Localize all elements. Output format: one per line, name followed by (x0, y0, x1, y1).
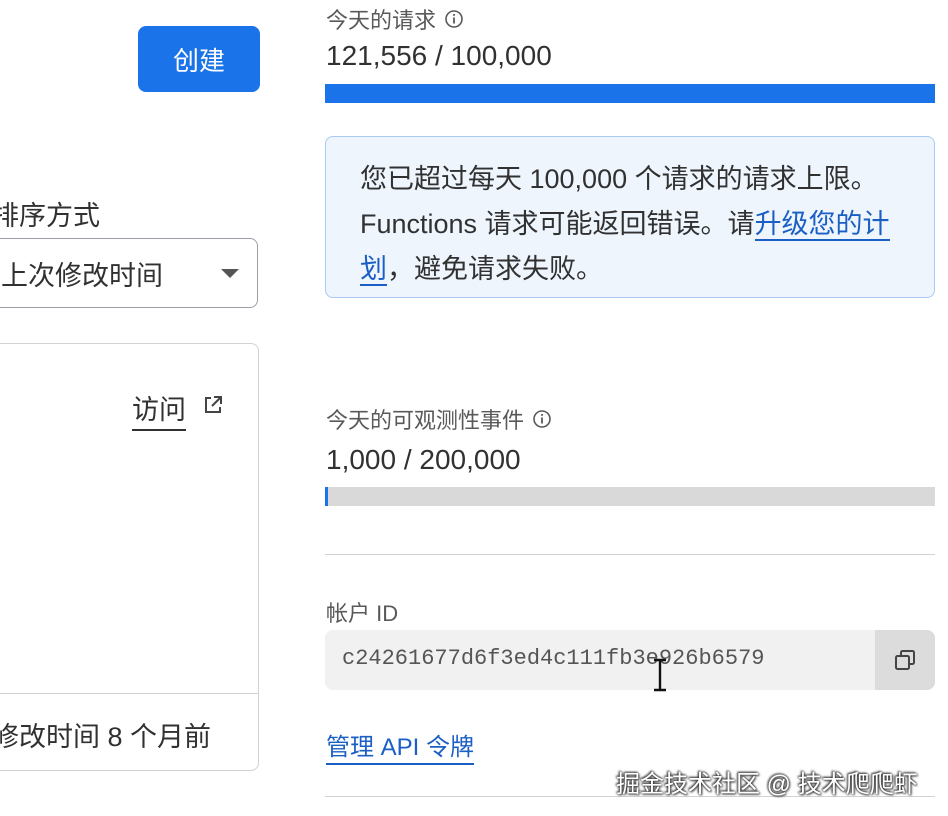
external-link-icon[interactable] (202, 394, 224, 416)
manage-api-tokens-link[interactable]: 管理 API 令牌 (326, 727, 475, 765)
account-id-label: 帐户 ID (326, 601, 399, 626)
limit-alert: 您已超过每天 100,000 个请求的请求上限。Functions 请求可能返回… (325, 136, 935, 298)
section-divider (325, 554, 935, 555)
requests-progress-bar (325, 84, 935, 103)
info-icon[interactable] (444, 9, 464, 29)
observability-progress-fill (325, 487, 329, 506)
observability-progress-bar (325, 487, 935, 506)
modified-time-text: 修改时间 8 个月前 (0, 722, 212, 752)
create-button[interactable]: 创建 (138, 26, 260, 92)
requests-progress-fill (325, 84, 935, 103)
sort-select-value: 上次修改时间 (1, 260, 163, 291)
sort-label: 排序方式 (0, 201, 100, 231)
info-icon[interactable] (532, 409, 552, 429)
text-cursor-icon (654, 658, 666, 692)
account-id-field[interactable]: c24261677d6f3ed4c111fb3e926b6579 (325, 630, 935, 690)
observability-value: 1,000 / 200,000 (326, 444, 521, 475)
watermark: 掘金技术社区 @ 技术爬爬虾 (616, 771, 918, 798)
requests-label: 今天的请求 (326, 3, 464, 35)
sort-select[interactable]: 上次修改时间 (0, 238, 258, 308)
account-id-value[interactable]: c24261677d6f3ed4c111fb3e926b6579 (342, 646, 764, 671)
copy-icon (895, 650, 915, 670)
observability-label-text: 今天的可观测性事件 (326, 408, 525, 433)
observability-label: 今天的可观测性事件 (326, 403, 552, 435)
visit-link[interactable]: 访问 (132, 388, 186, 431)
requests-value: 121,556 / 100,000 (326, 40, 552, 71)
copy-button[interactable] (875, 630, 935, 690)
caret-down-icon (221, 269, 239, 278)
requests-label-text: 今天的请求 (326, 8, 437, 33)
card-divider (0, 693, 259, 694)
alert-text-tail: ，避免请求失败。 (387, 254, 603, 284)
